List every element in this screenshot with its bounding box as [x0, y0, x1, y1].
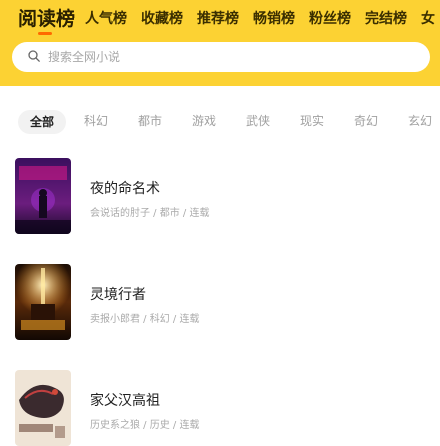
- tab-bestseller-rank[interactable]: 畅销榜: [253, 8, 295, 28]
- book-cover-image: [15, 264, 71, 340]
- ranking-tabs: 阅读榜 人气榜 收藏榜 推荐榜 畅销榜 粉丝榜 完结榜 女: [0, 0, 440, 38]
- tab-reading-rank[interactable]: 阅读榜: [18, 4, 75, 31]
- book-cover[interactable]: [15, 370, 71, 446]
- book-meta: 历史系之狼 / 历史 / 连载: [90, 420, 200, 431]
- book-meta: 会说话的肘子 / 都市 / 连载: [90, 208, 210, 219]
- book-cover-image: [15, 158, 71, 234]
- book-title[interactable]: 家父汉高祖: [90, 390, 160, 410]
- category-scifi[interactable]: 科幻: [84, 112, 108, 129]
- category-realistic[interactable]: 现实: [300, 112, 324, 129]
- category-wuxia[interactable]: 武侠: [246, 112, 270, 129]
- book-meta: 卖报小郎君 / 科幻 / 连载: [90, 314, 200, 325]
- tab-recommend-rank[interactable]: 推荐榜: [197, 8, 239, 28]
- category-filter: 全部 科幻 都市 游戏 武侠 现实 奇幻 玄幻: [0, 110, 440, 134]
- search-icon: [28, 50, 40, 62]
- list-item[interactable]: 灵境行者 卖报小郎君 / 科幻 / 连载: [0, 264, 440, 340]
- tab-female-rank[interactable]: 女: [421, 8, 435, 28]
- active-tab-indicator: [38, 32, 52, 35]
- category-game[interactable]: 游戏: [192, 112, 216, 129]
- category-urban[interactable]: 都市: [138, 112, 162, 129]
- list-item[interactable]: 家父汉高祖 历史系之狼 / 历史 / 连载: [0, 370, 440, 446]
- tab-fans-rank[interactable]: 粉丝榜: [309, 8, 351, 28]
- tab-popularity-rank[interactable]: 人气榜: [85, 8, 127, 28]
- search-bar[interactable]: [12, 42, 430, 72]
- category-all[interactable]: 全部: [18, 110, 67, 134]
- book-cover[interactable]: [15, 158, 71, 234]
- search-input[interactable]: [48, 47, 408, 67]
- top-header: 阅读榜 人气榜 收藏榜 推荐榜 畅销榜 粉丝榜 完结榜 女: [0, 0, 440, 86]
- book-title[interactable]: 夜的命名术: [90, 178, 160, 198]
- category-xuanhuan[interactable]: 玄幻: [408, 112, 432, 129]
- category-fantasy[interactable]: 奇幻: [354, 112, 378, 129]
- tab-favorites-rank[interactable]: 收藏榜: [141, 8, 183, 28]
- book-cover-image: [15, 370, 71, 446]
- tab-completed-rank[interactable]: 完结榜: [365, 8, 407, 28]
- list-item[interactable]: 夜的命名术 会说话的肘子 / 都市 / 连载: [0, 158, 440, 234]
- book-cover[interactable]: [15, 264, 71, 340]
- book-title[interactable]: 灵境行者: [90, 284, 146, 304]
